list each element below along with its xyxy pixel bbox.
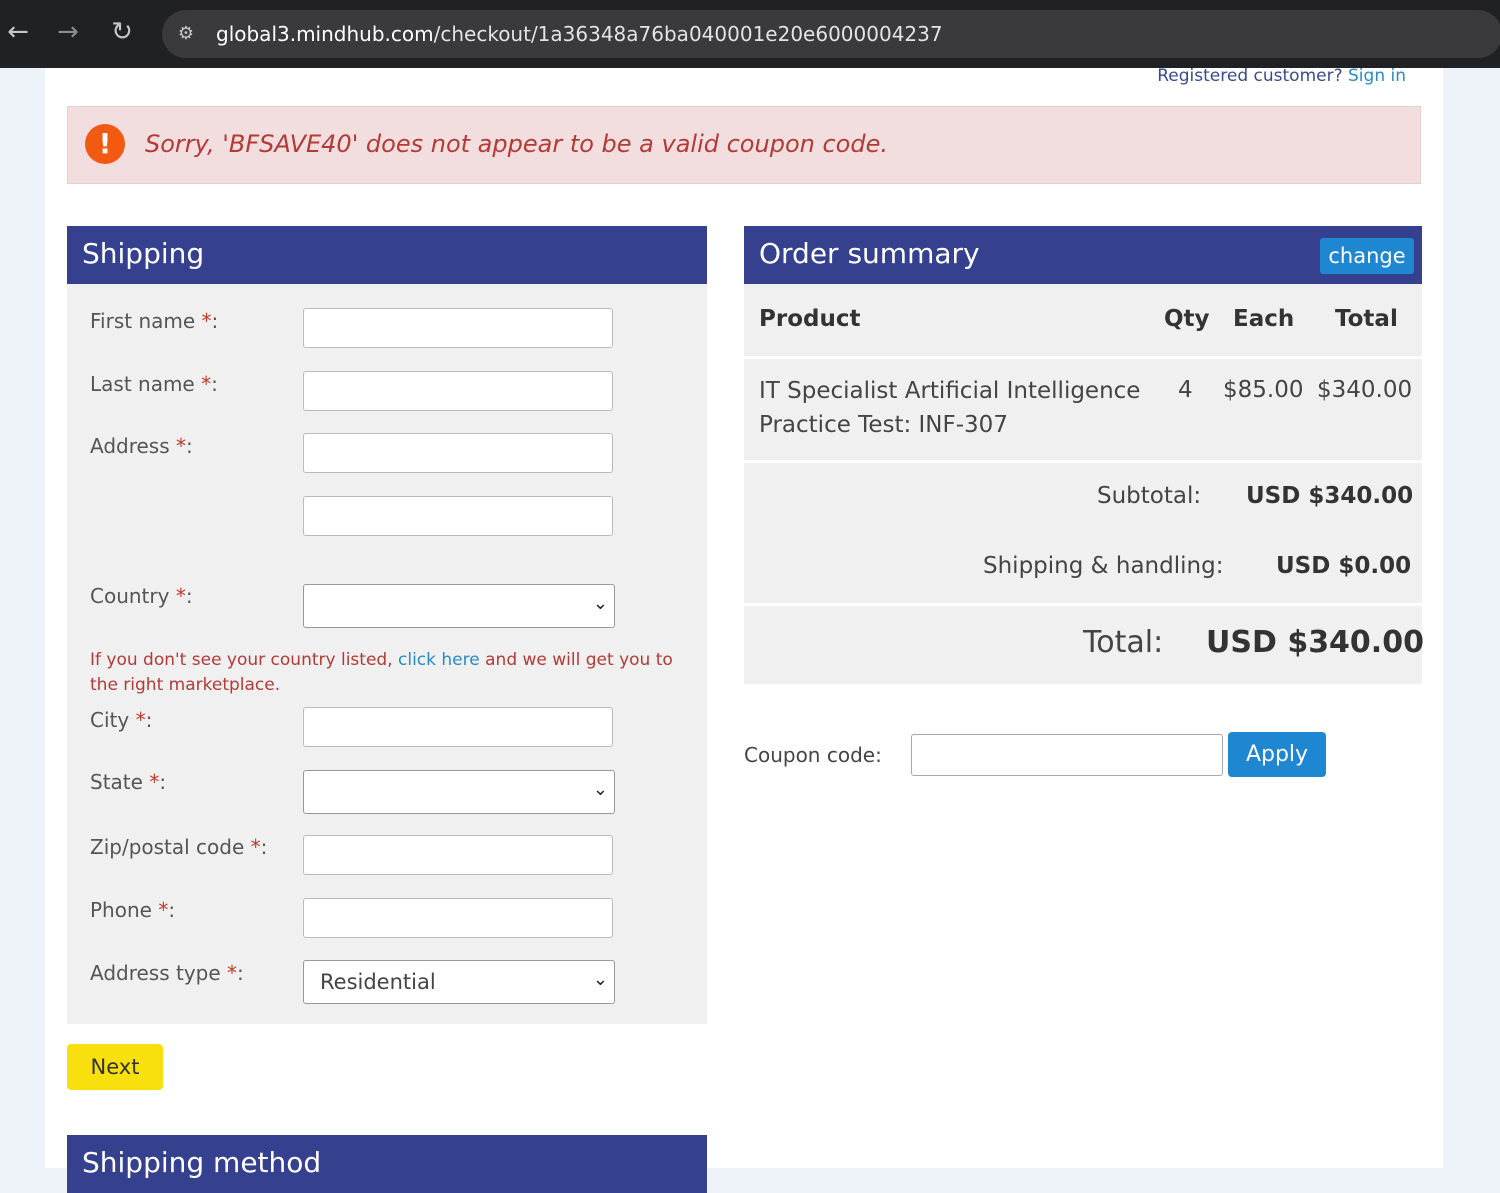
phone-label: Phone *: bbox=[90, 898, 176, 922]
shipping-handling-value: USD $0.00 bbox=[1276, 553, 1412, 579]
address-line2-input[interactable] bbox=[303, 496, 613, 536]
url-text[interactable]: global3.mindhub.com/checkout/1a36348a76b… bbox=[216, 22, 943, 46]
item-qty: 4 bbox=[1178, 377, 1193, 403]
city-label-text: City bbox=[90, 708, 130, 732]
zip-label-text: Zip/postal code bbox=[90, 835, 245, 859]
back-arrow-icon[interactable]: ← bbox=[0, 14, 36, 50]
chevron-down-icon: ⌄ bbox=[592, 779, 608, 800]
first-name-label-text: First name bbox=[90, 309, 196, 333]
next-button[interactable]: Next bbox=[67, 1044, 163, 1090]
site-settings-icon[interactable]: ⚙ bbox=[174, 22, 198, 46]
each-column-header: Each bbox=[1233, 306, 1295, 332]
phone-label-text: Phone bbox=[90, 898, 152, 922]
divider bbox=[744, 356, 1422, 359]
order-summary-header: Order summary change bbox=[744, 226, 1422, 284]
total-column-header: Total bbox=[1335, 306, 1398, 332]
subtotal-label: Subtotal: bbox=[1097, 483, 1202, 509]
required-marker: * bbox=[227, 961, 238, 985]
product-name: IT Specialist Artificial Intelligence Pr… bbox=[759, 374, 1159, 442]
reload-icon[interactable]: ↻ bbox=[104, 14, 140, 50]
city-label: City *: bbox=[90, 708, 153, 732]
subtotal-value: USD $340.00 bbox=[1246, 483, 1414, 509]
country-note-text: If you don't see your country listed, bbox=[90, 650, 393, 670]
city-input[interactable] bbox=[303, 707, 613, 747]
phone-input[interactable] bbox=[303, 898, 613, 938]
order-summary-table: Product Qty Each Total IT Specialist Art… bbox=[744, 284, 1424, 684]
first-name-label: First name *: bbox=[90, 309, 219, 333]
first-name-input[interactable] bbox=[303, 308, 613, 348]
registered-customer-line: Registered customer? Sign in bbox=[1157, 66, 1406, 86]
required-marker: * bbox=[135, 708, 146, 732]
item-total-price: $340.00 bbox=[1317, 377, 1413, 403]
last-name-label-text: Last name bbox=[90, 372, 195, 396]
address-type-label-text: Address type bbox=[90, 961, 221, 985]
address-type-label: Address type *: bbox=[90, 961, 244, 985]
address-type-select[interactable]: Residential ⌄ bbox=[303, 960, 615, 1004]
country-label-text: Country bbox=[90, 584, 170, 608]
required-marker: * bbox=[201, 372, 212, 396]
chevron-down-icon: ⌄ bbox=[592, 593, 608, 614]
required-marker: * bbox=[201, 309, 212, 333]
zip-input[interactable] bbox=[303, 835, 613, 875]
address-type-value: Residential bbox=[320, 970, 436, 994]
url-path: /checkout/1a36348a76ba040001e20e60000042… bbox=[433, 22, 943, 46]
required-marker: * bbox=[175, 584, 186, 608]
coupon-error-alert: ! Sorry, 'BFSAVE40' does not appear to b… bbox=[67, 106, 1421, 184]
country-note: If you don't see your country listed, cl… bbox=[90, 648, 700, 698]
total-label: Total: bbox=[1083, 625, 1164, 660]
product-name-line1: IT Specialist Artificial Intelligence bbox=[759, 378, 1141, 404]
shipping-form: First name *: Last name *: Address *: Co… bbox=[67, 284, 707, 1024]
required-marker: * bbox=[176, 434, 187, 458]
state-select[interactable]: ⌄ bbox=[303, 770, 615, 814]
shipping-handling-label: Shipping & handling: bbox=[983, 553, 1224, 579]
product-name-line2: Practice Test: INF-307 bbox=[759, 412, 1008, 438]
forward-arrow-icon[interactable]: → bbox=[50, 14, 86, 50]
coupon-code-input[interactable] bbox=[911, 734, 1223, 776]
product-column-header: Product bbox=[759, 306, 861, 332]
apply-coupon-button[interactable]: Apply bbox=[1228, 732, 1326, 777]
url-host: global3.mindhub.com bbox=[216, 22, 434, 46]
change-button[interactable]: change bbox=[1320, 238, 1414, 274]
shipping-title: Shipping bbox=[82, 237, 205, 270]
coupon-code-label: Coupon code: bbox=[744, 743, 882, 767]
sign-in-link[interactable]: Sign in bbox=[1348, 66, 1406, 86]
country-select[interactable]: ⌄ bbox=[303, 584, 615, 628]
click-here-link[interactable]: click here bbox=[398, 650, 480, 670]
required-marker: * bbox=[149, 770, 160, 794]
shipping-method-title: Shipping method bbox=[82, 1146, 322, 1179]
browser-toolbar: ← → ↻ ⚙ global3.mindhub.com/checkout/1a3… bbox=[0, 0, 1500, 68]
chevron-down-icon: ⌄ bbox=[592, 969, 608, 990]
total-value: USD $340.00 bbox=[1206, 625, 1424, 660]
address-label-text: Address bbox=[90, 434, 170, 458]
divider bbox=[744, 603, 1422, 606]
address-bar[interactable]: ⚙ global3.mindhub.com/checkout/1a36348a7… bbox=[162, 10, 1500, 58]
zip-label: Zip/postal code *: bbox=[90, 835, 268, 859]
checkout-page: Registered customer? Sign in ! Sorry, 'B… bbox=[45, 66, 1443, 1193]
required-marker: * bbox=[158, 898, 169, 922]
last-name-input[interactable] bbox=[303, 371, 613, 411]
shipping-method-header: Shipping method bbox=[67, 1135, 707, 1193]
state-label-text: State bbox=[90, 770, 143, 794]
qty-column-header: Qty bbox=[1164, 306, 1210, 332]
country-label: Country *: bbox=[90, 584, 193, 608]
address-label: Address *: bbox=[90, 434, 193, 458]
state-label: State *: bbox=[90, 770, 167, 794]
last-name-label: Last name *: bbox=[90, 372, 218, 396]
registered-customer-text: Registered customer? bbox=[1157, 66, 1343, 86]
alert-message: Sorry, 'BFSAVE40' does not appear to be … bbox=[145, 130, 888, 158]
order-summary-title: Order summary bbox=[759, 237, 980, 270]
exclamation-icon: ! bbox=[85, 124, 125, 164]
required-marker: * bbox=[250, 835, 261, 859]
address-line1-input[interactable] bbox=[303, 433, 613, 473]
divider bbox=[744, 460, 1422, 463]
item-each-price: $85.00 bbox=[1223, 377, 1304, 403]
shipping-panel-header: Shipping bbox=[67, 226, 707, 284]
